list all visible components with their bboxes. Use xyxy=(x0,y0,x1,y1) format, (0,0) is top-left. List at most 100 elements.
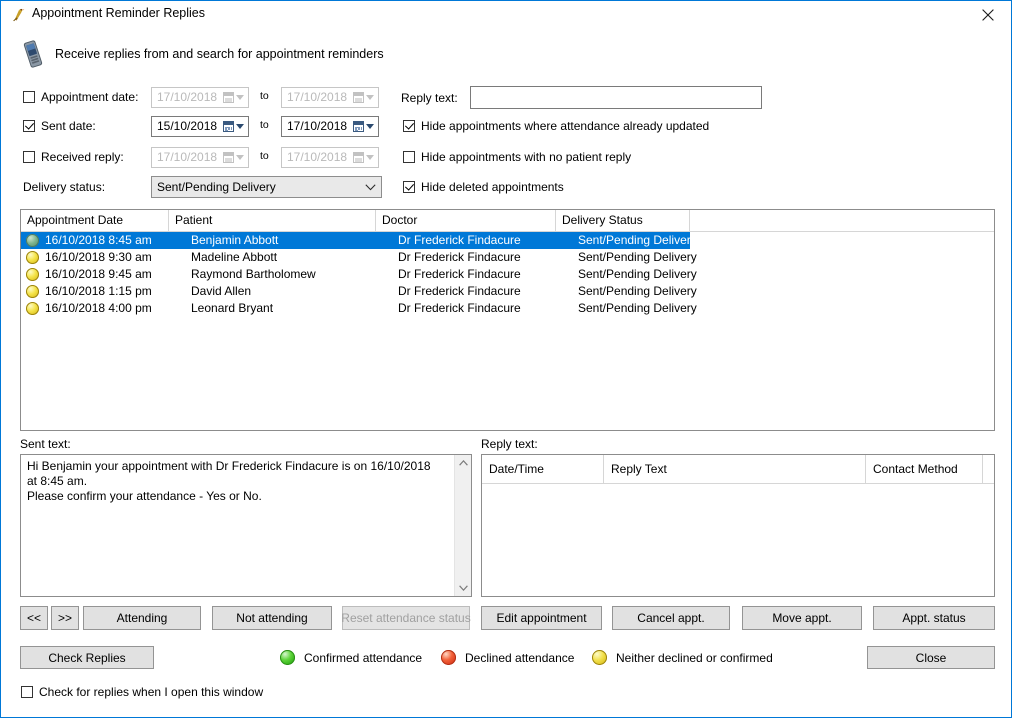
column-header-contact-method[interactable]: Contact Method xyxy=(866,455,983,483)
appointments-grid[interactable]: Appointment Date Patient Doctor Delivery… xyxy=(20,209,995,431)
cell-patient: Madeline Abbott xyxy=(191,250,278,264)
appointment-date-from-value: 17/10/2018 xyxy=(157,90,218,104)
appointment-date-checkbox[interactable]: Appointment date: xyxy=(23,90,138,104)
bird-icon xyxy=(10,6,27,23)
received-reply-to-value: 17/10/2018 xyxy=(287,150,348,164)
legend-neither: Neither declined or confirmed xyxy=(592,650,773,665)
sent-text-label: Sent text: xyxy=(20,437,71,451)
column-header-date-time[interactable]: Date/Time xyxy=(482,455,604,483)
checkbox-box xyxy=(403,151,415,163)
scroll-up-icon[interactable] xyxy=(455,455,471,471)
sent-text-value: Hi Benjamin your appointment with Dr Fre… xyxy=(27,459,431,503)
not-attending-button[interactable]: Not attending xyxy=(212,606,332,630)
reply-text-filter-label: Reply text: xyxy=(401,91,458,105)
cell-delivery-status: Sent/Pending Delivery xyxy=(578,250,697,264)
sent-text-box[interactable]: Hi Benjamin your appointment with Dr Fre… xyxy=(20,454,472,597)
calendar-icon xyxy=(352,92,364,103)
reply-text-grid-header: Date/Time Reply Text Contact Method xyxy=(482,455,994,484)
check-replies-on-open-checkbox[interactable]: Check for replies when I open this windo… xyxy=(21,685,263,699)
appointment-status-button[interactable]: Appt. status xyxy=(873,606,995,630)
appointment-date-from-input[interactable]: 17/10/2018 xyxy=(151,87,249,108)
cell-delivery-status: Sent/Pending Delivery xyxy=(578,301,697,315)
cell-delivery-status: Sent/Pending Delivery xyxy=(578,267,697,281)
table-row[interactable]: 16/10/2018 8:45 am Benjamin Abbott Dr Fred… xyxy=(21,232,994,249)
mobile-phone-icon xyxy=(20,39,46,69)
received-reply-checkbox[interactable]: Received reply: xyxy=(23,150,124,164)
scroll-down-icon[interactable] xyxy=(455,580,471,596)
calendar-dropdown-icon[interactable] xyxy=(218,117,248,136)
yellow-bulb-icon xyxy=(26,234,39,247)
received-reply-label: Received reply: xyxy=(41,150,124,164)
edit-appointment-button[interactable]: Edit appointment xyxy=(481,606,602,630)
calendar-dropdown-icon[interactable] xyxy=(218,88,248,107)
yellow-bulb-icon xyxy=(26,285,39,298)
appointment-date-label: Appointment date: xyxy=(41,90,139,104)
calendar-dropdown-icon[interactable] xyxy=(348,88,378,107)
reply-panel-label: Reply text: xyxy=(481,437,538,451)
hide-deleted-appointments-label: Hide deleted appointments xyxy=(421,180,564,194)
close-window-button[interactable]: Close xyxy=(867,646,995,669)
next-button[interactable]: >> xyxy=(51,606,79,630)
calendar-dropdown-icon[interactable] xyxy=(348,117,378,136)
column-header-patient[interactable]: Patient xyxy=(169,210,376,231)
legend-confirmed: Confirmed attendance xyxy=(280,650,422,665)
sent-date-to-label: to xyxy=(260,119,269,131)
chevron-down-icon xyxy=(365,124,374,129)
table-row[interactable]: 16/10/2018 4:00 pm Leonard Bryant Dr Frede… xyxy=(21,300,994,317)
delivery-status-select[interactable]: Sent/Pending Delivery xyxy=(151,176,382,198)
hide-no-patient-reply-label: Hide appointments with no patient reply xyxy=(421,150,632,164)
sent-date-from-value: 15/10/2018 xyxy=(157,119,218,133)
yellow-bulb-icon xyxy=(26,302,39,315)
table-row[interactable]: 16/10/2018 9:30 am Madeline Abbott Dr Fred… xyxy=(21,249,994,266)
cell-appointment-date: 16/10/2018 4:00 pm xyxy=(45,301,152,315)
cell-doctor: Dr Frederick Findacure xyxy=(398,233,521,247)
received-reply-from-input[interactable]: 17/10/2018 xyxy=(151,147,249,168)
cell-appointment-date: 16/10/2018 9:30 am xyxy=(45,250,152,264)
column-header-delivery-status[interactable]: Delivery Status xyxy=(556,210,690,231)
reset-attendance-status-button[interactable]: Reset attendance status xyxy=(341,606,471,630)
calendar-icon xyxy=(222,121,234,132)
reply-text-search-input[interactable] xyxy=(470,86,762,109)
cancel-appointment-button[interactable]: Cancel appt. xyxy=(612,606,730,630)
sent-date-from-input[interactable]: 15/10/2018 xyxy=(151,116,249,137)
cell-patient: Benjamin Abbott xyxy=(191,233,279,247)
hide-no-patient-reply-checkbox[interactable]: Hide appointments with no patient reply xyxy=(403,150,631,164)
move-appointment-button[interactable]: Move appt. xyxy=(742,606,862,630)
checkbox-box xyxy=(21,686,33,698)
column-header-appointment-date[interactable]: Appointment Date xyxy=(21,210,169,231)
attending-button[interactable]: Attending xyxy=(83,606,201,630)
close-button[interactable] xyxy=(965,1,1011,28)
legend-declined: Declined attendance xyxy=(441,650,574,665)
green-bulb-icon xyxy=(280,650,295,665)
cell-patient: David Allen xyxy=(191,284,252,298)
hide-attendance-updated-checkbox[interactable]: Hide appointments where attendance alrea… xyxy=(403,119,709,133)
calendar-dropdown-icon[interactable] xyxy=(218,148,248,167)
calendar-icon xyxy=(222,152,234,163)
sent-text-scrollbar[interactable] xyxy=(454,455,471,596)
cell-doctor: Dr Frederick Findacure xyxy=(398,301,521,315)
appointment-date-to-input[interactable]: 17/10/2018 xyxy=(281,87,379,108)
cell-doctor: Dr Frederick Findacure xyxy=(398,250,521,264)
delivery-status-label: Delivery status: xyxy=(23,180,106,194)
column-header-reply-text[interactable]: Reply Text xyxy=(604,455,866,483)
received-reply-from-value: 17/10/2018 xyxy=(157,150,218,164)
appointment-date-to-value: 17/10/2018 xyxy=(287,90,348,104)
reply-text-grid[interactable]: Date/Time Reply Text Contact Method xyxy=(481,454,995,597)
calendar-dropdown-icon[interactable] xyxy=(348,148,378,167)
column-header-doctor[interactable]: Doctor xyxy=(376,210,556,231)
banner-text: Receive replies from and search for appo… xyxy=(55,47,384,61)
sent-date-to-input[interactable]: 17/10/2018 xyxy=(281,116,379,137)
legend-neither-label: Neither declined or confirmed xyxy=(616,650,773,665)
previous-button[interactable]: << xyxy=(20,606,48,630)
table-row[interactable]: 16/10/2018 9:45 am Raymond Bartholomew Dr … xyxy=(21,266,994,283)
sent-date-checkbox[interactable]: Sent date: xyxy=(23,119,96,133)
hide-deleted-appointments-checkbox[interactable]: Hide deleted appointments xyxy=(403,180,564,194)
check-replies-on-open-label: Check for replies when I open this windo… xyxy=(39,685,264,699)
yellow-bulb-icon xyxy=(26,268,39,281)
table-row[interactable]: 16/10/2018 1:15 pm David Allen Dr Frederic… xyxy=(21,283,994,300)
chevron-down-icon xyxy=(235,124,244,129)
check-replies-button[interactable]: Check Replies xyxy=(20,646,154,669)
received-reply-to-input[interactable]: 17/10/2018 xyxy=(281,147,379,168)
yellow-bulb-icon xyxy=(592,650,607,665)
checkbox-box xyxy=(403,181,415,193)
